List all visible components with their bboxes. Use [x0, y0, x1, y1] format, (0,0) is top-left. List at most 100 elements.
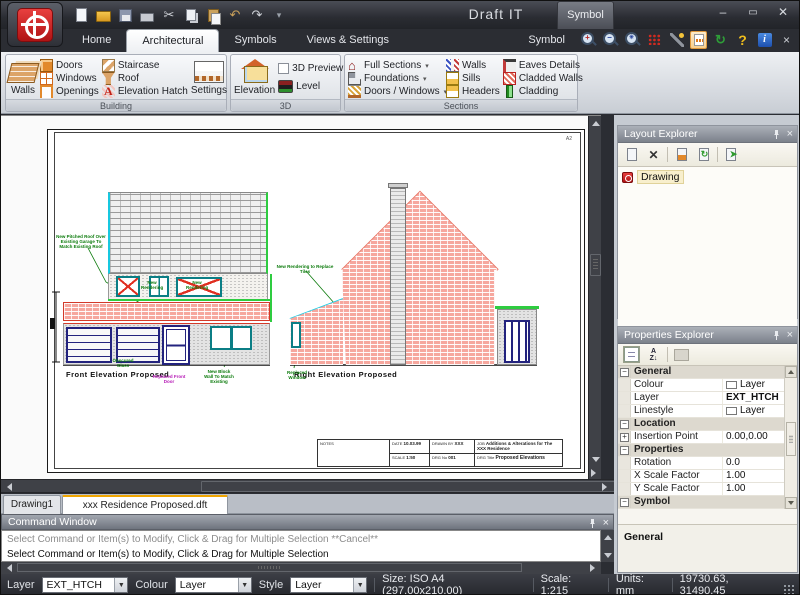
app-menu-button[interactable] — [7, 2, 63, 47]
elevation-hatch-button[interactable]: AElevation Hatch — [102, 85, 188, 98]
command-scroll-up[interactable] — [601, 530, 614, 544]
openings-button[interactable]: Openings — [40, 85, 99, 98]
maximize-button[interactable]: ▭ — [743, 6, 763, 20]
category-symbol[interactable]: −Symbol — [618, 496, 797, 509]
3d-preview-checkbox[interactable]: 3D Preview — [278, 62, 343, 75]
dropdown-arrow-icon[interactable]: ▼ — [114, 578, 127, 592]
properties-explorer-close-icon[interactable]: × — [787, 330, 793, 341]
open-icon[interactable] — [95, 7, 111, 23]
foundations-button[interactable]: Foundations▾ — [348, 72, 443, 85]
elevation-button[interactable]: Elevation — [234, 57, 275, 97]
scroll-right-button[interactable] — [600, 481, 613, 493]
command-scroll-left[interactable] — [1, 562, 14, 574]
snap-icon[interactable] — [668, 31, 685, 48]
sort-az-icon[interactable]: AZ↓ — [645, 346, 662, 363]
property-x-scale[interactable]: X Scale Factor1.00 — [618, 470, 797, 483]
vertical-scroll-thumb[interactable] — [590, 254, 601, 276]
drawing-canvas[interactable]: A2 — [1, 115, 601, 479]
copy-icon[interactable] — [183, 7, 199, 23]
headers-button[interactable]: Headers — [446, 85, 500, 98]
paste-icon[interactable] — [205, 7, 221, 23]
pin-icon[interactable] — [772, 331, 781, 341]
layout-explorer-close-icon[interactable]: × — [787, 129, 793, 140]
help-icon[interactable]: ? — [734, 31, 751, 48]
close-button[interactable]: ✕ — [773, 6, 793, 20]
windows-button[interactable]: Windows — [40, 72, 99, 85]
grid-scroll-down[interactable] — [785, 497, 797, 509]
undo-icon[interactable]: ↶ — [227, 7, 243, 23]
new-icon[interactable] — [73, 7, 89, 23]
layer-dropdown[interactable]: EXT_HTCH▼ — [42, 577, 129, 593]
resize-grip[interactable] — [783, 584, 795, 595]
tab-symbols[interactable]: Symbols — [219, 29, 291, 52]
tab-architectural[interactable]: Architectural — [126, 29, 219, 52]
level-button[interactable]: Level — [278, 80, 343, 93]
property-y-scale[interactable]: Y Scale Factor1.00 — [618, 483, 797, 496]
colour-dropdown[interactable]: Layer▼ — [175, 577, 252, 593]
settings-button[interactable]: Settings — [191, 57, 227, 97]
grid-scroll-up[interactable] — [785, 366, 797, 378]
info-icon[interactable]: i — [756, 31, 773, 48]
zoom-out-icon[interactable] — [602, 31, 619, 48]
qat-more-icon[interactable]: ▾ — [271, 7, 287, 23]
sketch-mode-icon[interactable] — [690, 31, 707, 48]
new-layout-icon[interactable] — [623, 146, 640, 163]
tab-home[interactable]: Home — [67, 29, 126, 52]
insert-symbol-icon[interactable]: ➤ — [723, 146, 740, 163]
category-general[interactable]: −General — [618, 366, 797, 379]
command-scroll-thumb[interactable] — [17, 563, 522, 572]
canvas-vertical-scrollbar[interactable] — [588, 116, 601, 480]
tab-views-settings[interactable]: Views & Settings — [292, 29, 404, 52]
minimize-button[interactable]: – — [713, 6, 733, 20]
command-window-body[interactable]: Select Command or Item(s) to Modify, Cli… — [1, 530, 601, 562]
pin-icon[interactable] — [772, 130, 781, 140]
property-rotation[interactable]: Rotation0.0 — [618, 457, 797, 470]
property-insertion-point[interactable]: +Insertion Point0.00,0.00 — [618, 431, 797, 444]
redo-icon[interactable]: ↷ — [249, 7, 265, 23]
doc-tab-drawing1[interactable]: Drawing1 — [3, 495, 61, 514]
pin-icon[interactable] — [588, 519, 597, 529]
command-close-icon[interactable]: × — [603, 518, 609, 529]
save-icon[interactable] — [117, 7, 133, 23]
doc-tab-residence[interactable]: xxx Residence Proposed.dft — [62, 495, 228, 514]
grid-snap-icon[interactable] — [646, 31, 663, 48]
property-colour[interactable]: ColourLayer — [618, 379, 797, 392]
layout-tree-item-drawing[interactable]: Drawing — [618, 167, 797, 187]
ribbon-close-icon[interactable]: × — [778, 31, 795, 48]
property-layer[interactable]: LayerEXT_HTCH — [618, 392, 797, 405]
eaves-details-button[interactable]: Eaves Details — [503, 59, 577, 72]
zoom-extents-icon[interactable] — [624, 31, 641, 48]
delete-layout-icon[interactable]: ✕ — [645, 146, 662, 163]
scroll-down-button[interactable] — [589, 452, 602, 466]
staircase-button[interactable]: Staircase — [102, 59, 188, 72]
walls-button[interactable]: Walls — [9, 57, 37, 97]
category-location[interactable]: −Location — [618, 418, 797, 431]
dropdown-arrow-icon[interactable]: ▼ — [238, 578, 251, 592]
command-vertical-scrollbar[interactable] — [601, 530, 614, 562]
scroll-right-corner-button[interactable] — [589, 466, 602, 480]
property-grid-scrollbar[interactable] — [784, 366, 797, 509]
category-properties[interactable]: −Properties — [618, 444, 797, 457]
refresh-icon[interactable]: ↻ — [712, 31, 729, 48]
roof-button[interactable]: Roof — [102, 72, 188, 85]
section-walls-button[interactable]: Walls — [446, 59, 500, 72]
style-dropdown[interactable]: Layer▼ — [290, 577, 367, 593]
print-icon[interactable] — [139, 7, 155, 23]
zoom-in-icon[interactable] — [580, 31, 597, 48]
cladding-button[interactable]: Cladding — [503, 85, 577, 98]
refresh-layout-icon[interactable]: ↻ — [695, 146, 712, 163]
doors-windows-button[interactable]: Doors / Windows▾ — [348, 85, 443, 98]
scroll-left-button[interactable] — [1, 481, 14, 493]
scroll-up-button[interactable] — [589, 116, 602, 130]
property-linestyle[interactable]: LinestyleLayer — [618, 405, 797, 418]
cut-icon[interactable]: ✂ — [161, 7, 177, 23]
cladded-walls-button[interactable]: Cladded Walls — [503, 72, 577, 85]
grid-scroll-thumb[interactable] — [786, 422, 796, 456]
command-scroll-down[interactable] — [601, 548, 614, 562]
dropdown-arrow-icon[interactable]: ▼ — [353, 578, 366, 592]
doors-button[interactable]: Doors — [40, 59, 99, 72]
update-symbol-icon[interactable] — [673, 146, 690, 163]
full-sections-button[interactable]: ⌂Full Sections▾ — [348, 59, 443, 72]
canvas-horizontal-scrollbar[interactable] — [1, 479, 614, 493]
sills-button[interactable]: Sills — [446, 72, 500, 85]
